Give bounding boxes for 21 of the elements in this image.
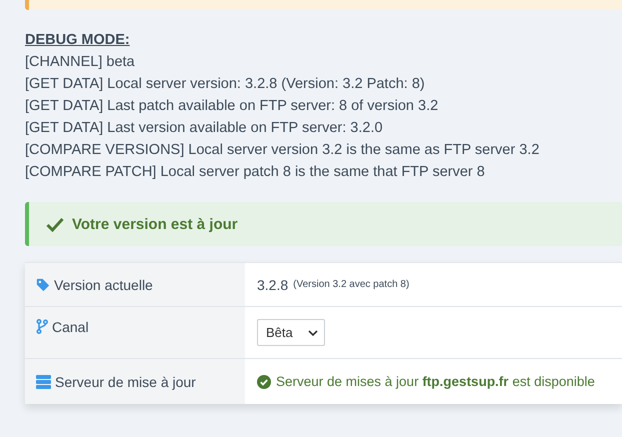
debug-line: [GET DATA] Last patch available on FTP server: 8 of version 3.2: [25, 97, 438, 116]
debug-title: DEBUG MODE:: [25, 31, 130, 50]
server-status-text: Serveur de mises à jour ftp.gestsup.fr est disponible: [276, 374, 595, 389]
server-icon: [36, 374, 51, 388]
debug-line: [COMPARE VERSIONS] Local server version 3.2 is the same as FTP server 3.2: [25, 141, 540, 160]
debug-line: [GET DATA] Last version available on FTP server: 3.2.0: [25, 119, 383, 138]
debug-line: [GET DATA] Local server version: 3.2.8 (Version: 3.2 Patch: 8): [25, 75, 425, 94]
setting-label: Canal: [52, 319, 89, 335]
debug-line: [COMPARE PATCH] Local server patch 8 is the same that FTP server 8: [25, 163, 485, 182]
debug-line: [CHANNEL] beta: [25, 53, 135, 72]
chevron-down-icon: [308, 330, 318, 336]
check-icon: [46, 216, 64, 232]
check-circle-icon: [257, 374, 271, 388]
version-note: (Version 3.2 avec patch 8): [293, 279, 410, 290]
branch-icon: [36, 319, 48, 334]
channel-select[interactable]: Bêta: [257, 319, 325, 346]
tag-icon: [36, 278, 50, 292]
version-number: 3.2.8: [257, 276, 288, 292]
alert-text: Votre version est à jour: [72, 216, 238, 232]
setting-label: Version actuelle: [54, 276, 153, 292]
setting-label: Serveur de mise à jour: [55, 374, 196, 390]
